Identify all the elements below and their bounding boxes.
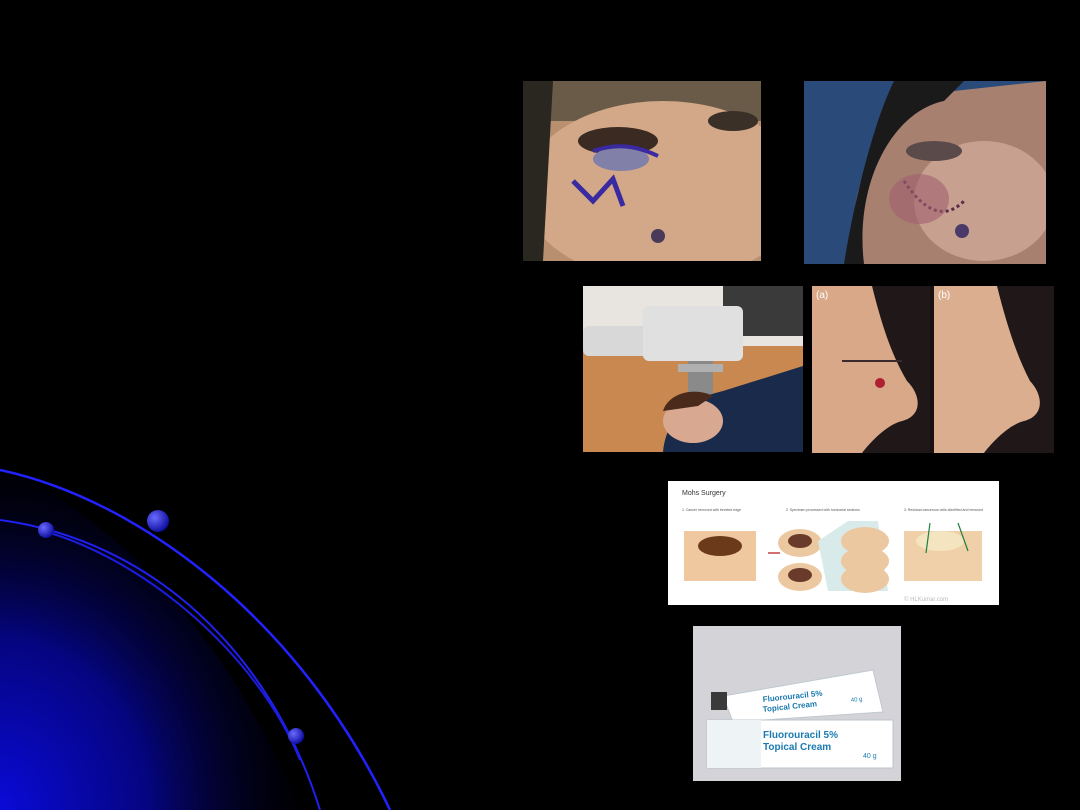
box-label-line1: Fluorouracil 5%: [763, 730, 838, 741]
mohs-step1: 1. Cancer removed with beveled edge: [682, 508, 741, 512]
nose-panel-label-a: (a): [816, 290, 828, 301]
tube-weight: 40 g: [851, 697, 863, 704]
mohs-step3: 3. Residual cancerous cells identified a…: [904, 508, 983, 512]
decorative-dot: [147, 510, 169, 532]
box-label-line2: Topical Cream: [763, 742, 831, 753]
radiotherapy-photo: [583, 286, 803, 452]
nose-before-after-photo: (a) (b): [812, 286, 1054, 453]
mohs-step2: 2. Specimen processed with horizontal se…: [786, 508, 860, 512]
box-weight: 40 g: [863, 753, 877, 760]
mohs-watermark: © HLKumar.com: [904, 596, 948, 603]
decorative-dot: [288, 728, 304, 744]
nose-panel-label-b: (b): [938, 290, 950, 301]
slide: (a) (b) Mohs Surgery 1. Cancer removed w…: [0, 0, 1080, 810]
decorative-dot: [38, 522, 54, 538]
fluorouracil-cream-photo: Fluorouracil 5% Topical Cream Fluorourac…: [693, 626, 901, 781]
mohs-title: Mohs Surgery: [682, 490, 726, 497]
eyelid-postop-photo: [804, 81, 1046, 264]
mohs-surgery-diagram: Mohs Surgery 1. Cancer removed with beve…: [668, 481, 999, 605]
eyelid-marking-photo: [523, 81, 761, 261]
